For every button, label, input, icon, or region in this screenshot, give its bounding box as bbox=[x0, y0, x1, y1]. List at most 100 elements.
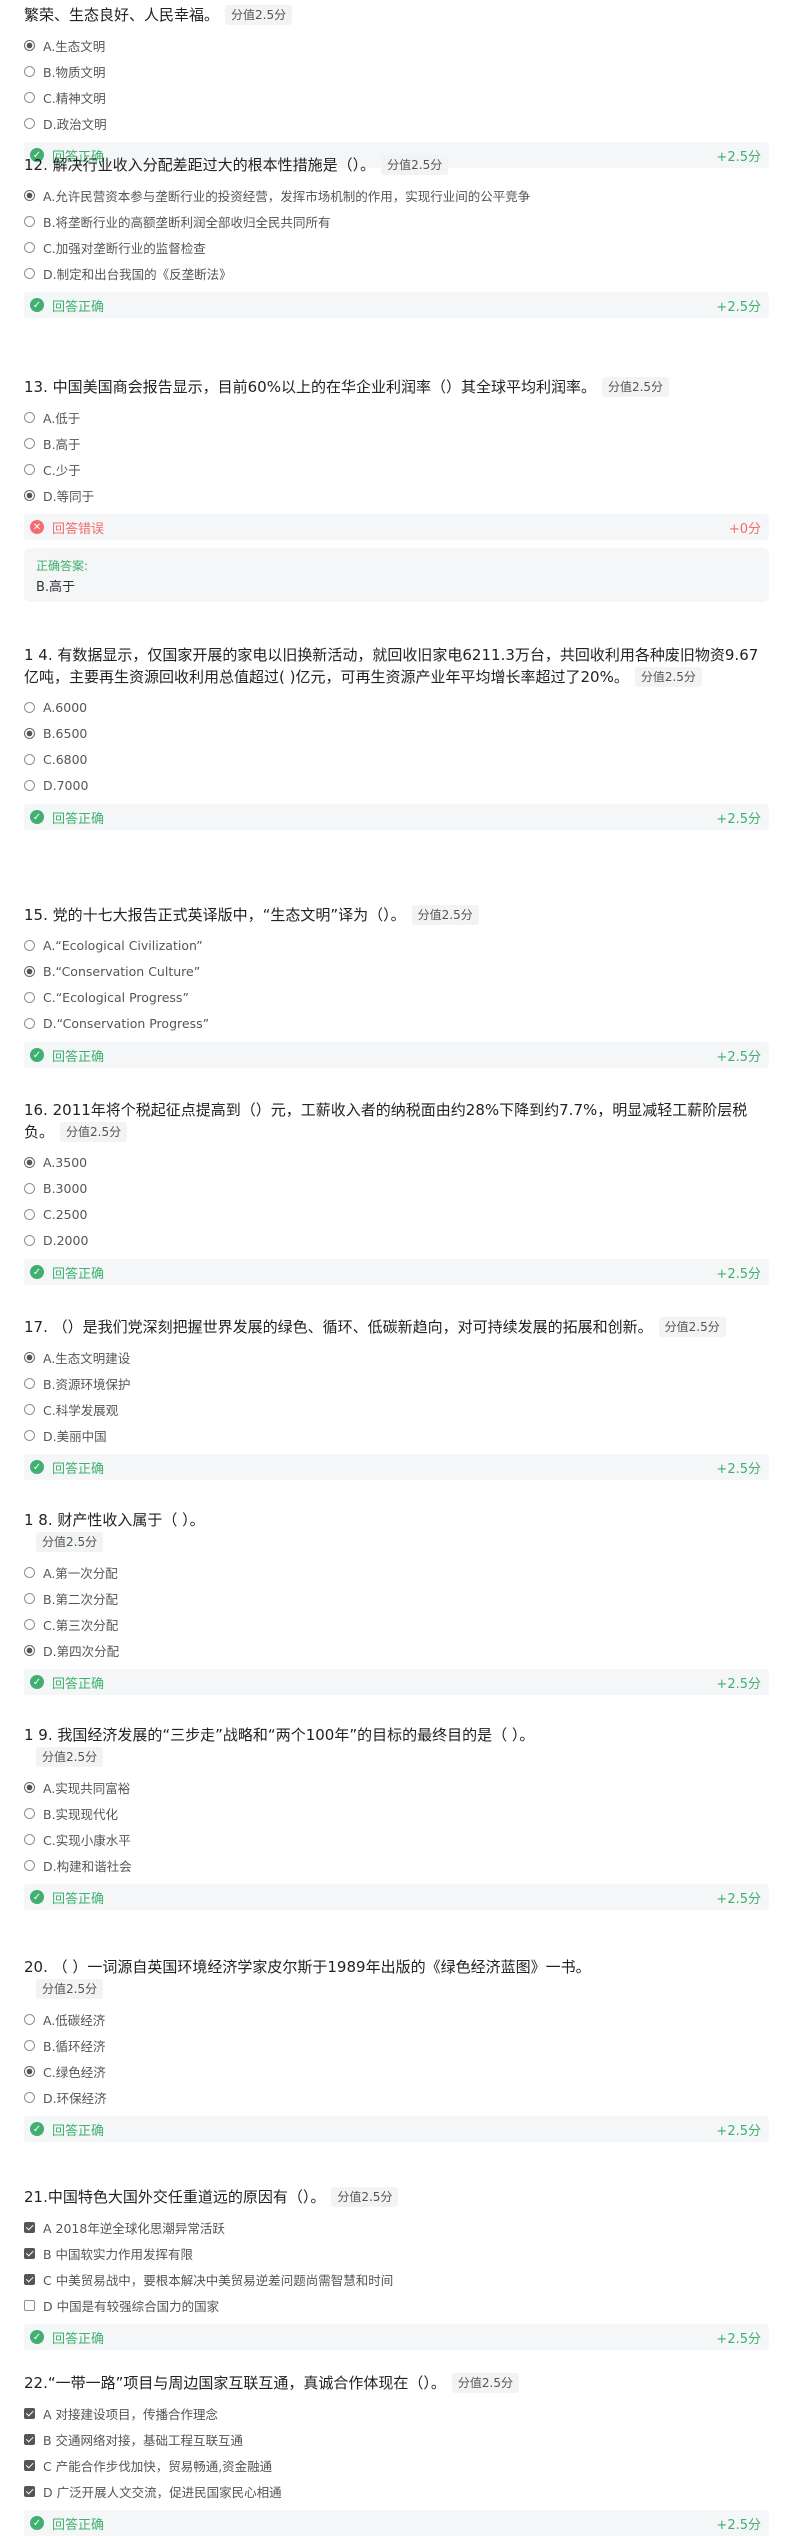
option-c[interactable]: C.第三次分配 bbox=[24, 1611, 769, 1637]
radio-icon[interactable] bbox=[24, 727, 35, 739]
radio-icon[interactable] bbox=[24, 1156, 35, 1168]
option-d[interactable]: D.第四次分配 bbox=[24, 1637, 769, 1663]
option-a[interactable]: A.3500 bbox=[24, 1149, 769, 1175]
option-a[interactable]: A 对接建设项目，传播合作理念 bbox=[24, 2400, 769, 2426]
radio-icon[interactable] bbox=[24, 1644, 35, 1656]
option-d[interactable]: D.“Conservation Progress” bbox=[24, 1010, 769, 1036]
option-a[interactable]: A.允许民营资本参与垄断行业的投资经营，发挥市场机制的作用，实现行业间的公平竞争 bbox=[24, 182, 769, 208]
option-label: D.美丽中国 bbox=[43, 1428, 107, 1444]
radio-icon[interactable] bbox=[24, 701, 35, 713]
option-d[interactable]: D.环保经济 bbox=[24, 2084, 769, 2110]
option-c[interactable]: C.2500 bbox=[24, 1201, 769, 1227]
option-c[interactable]: C.实现小康水平 bbox=[24, 1826, 769, 1852]
option-b[interactable]: B.6500 bbox=[24, 720, 769, 746]
option-c[interactable]: C.精神文明 bbox=[24, 84, 769, 110]
radio-icon[interactable] bbox=[24, 1182, 35, 1194]
option-a[interactable]: A.“Ecological Civilization” bbox=[24, 932, 769, 958]
option-a[interactable]: A.生态文明 bbox=[24, 32, 769, 58]
option-b[interactable]: B.资源环境保护 bbox=[24, 1370, 769, 1396]
radio-icon[interactable] bbox=[24, 2013, 35, 2025]
checkbox-icon[interactable] bbox=[24, 2433, 35, 2445]
option-d[interactable]: D.政治文明 bbox=[24, 110, 769, 136]
checkbox-icon[interactable] bbox=[24, 2485, 35, 2497]
option-b[interactable]: B.物质文明 bbox=[24, 58, 769, 84]
option-b[interactable]: B.实现现代化 bbox=[24, 1800, 769, 1826]
option-d[interactable]: D.美丽中国 bbox=[24, 1422, 769, 1448]
option-b[interactable]: B.第二次分配 bbox=[24, 1585, 769, 1611]
option-c[interactable]: C.6800 bbox=[24, 746, 769, 772]
option-a[interactable]: A.第一次分配 bbox=[24, 1559, 769, 1585]
option-d[interactable]: D.构建和谐社会 bbox=[24, 1852, 769, 1878]
option-a[interactable]: A.低碳经济 bbox=[24, 2006, 769, 2032]
option-c[interactable]: C 中美贸易战中，要根本解决中美贸易逆差问题尚需智慧和时间 bbox=[24, 2266, 769, 2292]
option-b[interactable]: B 交通网络对接，基础工程互联互通 bbox=[24, 2426, 769, 2452]
radio-icon[interactable] bbox=[24, 117, 35, 129]
option-b[interactable]: B 中国软实力作用发挥有限 bbox=[24, 2240, 769, 2266]
option-d[interactable]: D.7000 bbox=[24, 772, 769, 798]
radio-icon[interactable] bbox=[24, 1403, 35, 1415]
radio-icon[interactable] bbox=[24, 39, 35, 51]
option-a[interactable]: A.低于 bbox=[24, 404, 769, 430]
result-text: 回答正确 bbox=[52, 1266, 105, 1282]
radio-icon[interactable] bbox=[24, 437, 35, 449]
radio-icon[interactable] bbox=[24, 215, 35, 227]
radio-icon[interactable] bbox=[24, 489, 35, 501]
radio-icon[interactable] bbox=[24, 411, 35, 423]
radio-icon[interactable] bbox=[24, 267, 35, 279]
option-d[interactable]: D.制定和出台我国的《反垄断法》 bbox=[24, 260, 769, 286]
radio-icon[interactable] bbox=[24, 939, 35, 951]
option-d[interactable]: D.2000 bbox=[24, 1227, 769, 1253]
option-b[interactable]: B.3000 bbox=[24, 1175, 769, 1201]
checkbox-icon[interactable] bbox=[24, 2459, 35, 2471]
option-a[interactable]: A.生态文明建设 bbox=[24, 1344, 769, 1370]
option-b[interactable]: B.循环经济 bbox=[24, 2032, 769, 2058]
option-d[interactable]: D 广泛开展人文交流，促进民国家民心相通 bbox=[24, 2478, 769, 2504]
radio-icon[interactable] bbox=[24, 241, 35, 253]
checkbox-icon[interactable] bbox=[24, 2273, 35, 2285]
option-d[interactable]: D.等同于 bbox=[24, 482, 769, 508]
question-q21: 21.中国特色大国外交任重道远的原因有（）。 分值2.5分 A 2018年逆全球化思… bbox=[24, 2186, 769, 2350]
checkbox-icon[interactable] bbox=[24, 2221, 35, 2233]
radio-icon[interactable] bbox=[24, 991, 35, 1003]
radio-icon[interactable] bbox=[24, 1566, 35, 1578]
radio-icon[interactable] bbox=[24, 779, 35, 791]
option-d[interactable]: D 中国是有较强综合国力的国家 bbox=[24, 2292, 769, 2318]
radio-icon[interactable] bbox=[24, 1351, 35, 1363]
option-a[interactable]: A.实现共同富裕 bbox=[24, 1774, 769, 1800]
option-c[interactable]: C.少于 bbox=[24, 456, 769, 482]
radio-icon[interactable] bbox=[24, 1833, 35, 1845]
option-b[interactable]: B.“Conservation Culture” bbox=[24, 958, 769, 984]
option-c[interactable]: C 产能合作步伐加快，贸易畅通,资金融通 bbox=[24, 2452, 769, 2478]
radio-icon[interactable] bbox=[24, 2065, 35, 2077]
radio-icon[interactable] bbox=[24, 2039, 35, 2051]
radio-icon[interactable] bbox=[24, 1208, 35, 1220]
checkbox-icon[interactable] bbox=[24, 2407, 35, 2419]
option-c[interactable]: C.科学发展观 bbox=[24, 1396, 769, 1422]
option-a[interactable]: A 2018年逆全球化思潮异常活跃 bbox=[24, 2214, 769, 2240]
option-c[interactable]: C.“Ecological Progress” bbox=[24, 984, 769, 1010]
radio-icon[interactable] bbox=[24, 91, 35, 103]
option-c[interactable]: C.绿色经济 bbox=[24, 2058, 769, 2084]
option-b[interactable]: B.将垄断行业的高额垄断利润全部收归全民共同所有 bbox=[24, 208, 769, 234]
option-b[interactable]: B.高于 bbox=[24, 430, 769, 456]
radio-icon[interactable] bbox=[24, 189, 35, 201]
radio-icon[interactable] bbox=[24, 1807, 35, 1819]
radio-icon[interactable] bbox=[24, 753, 35, 765]
radio-icon[interactable] bbox=[24, 2091, 35, 2103]
radio-icon[interactable] bbox=[24, 463, 35, 475]
checkbox-icon[interactable] bbox=[24, 2247, 35, 2259]
radio-icon[interactable] bbox=[24, 965, 35, 977]
option-c[interactable]: C.加强对垄断行业的监督检查 bbox=[24, 234, 769, 260]
radio-icon[interactable] bbox=[24, 1859, 35, 1871]
radio-icon[interactable] bbox=[24, 1618, 35, 1630]
radio-icon[interactable] bbox=[24, 1017, 35, 1029]
radio-icon[interactable] bbox=[24, 1781, 35, 1793]
radio-icon[interactable] bbox=[24, 1377, 35, 1389]
radio-icon[interactable] bbox=[24, 1592, 35, 1604]
radio-icon[interactable] bbox=[24, 65, 35, 77]
option-a[interactable]: A.6000 bbox=[24, 694, 769, 720]
radio-icon[interactable] bbox=[24, 1429, 35, 1441]
checkbox-icon[interactable] bbox=[24, 2299, 35, 2311]
result-bar: ✓ 回答正确 +2.5分 bbox=[24, 1669, 769, 1695]
radio-icon[interactable] bbox=[24, 1234, 35, 1246]
